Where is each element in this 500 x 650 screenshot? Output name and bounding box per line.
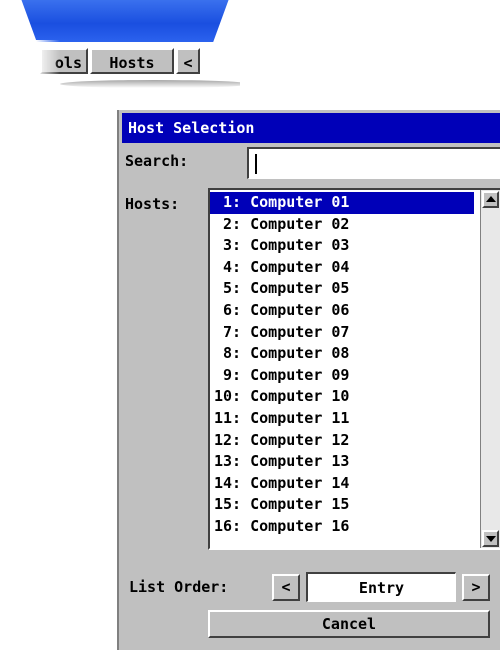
hosts-scrollbar[interactable] xyxy=(480,190,500,548)
scroll-up-button[interactable] xyxy=(482,191,499,208)
top-menu-strip: ols Hosts < xyxy=(0,0,240,92)
search-label: Search: xyxy=(125,152,189,170)
hosts-list-items: 1: Computer 01 2: Computer 02 3: Compute… xyxy=(210,192,474,538)
dialog-title: Host Selection xyxy=(122,113,500,143)
text-caret xyxy=(255,154,257,174)
scroll-down-button[interactable] xyxy=(482,530,499,547)
host-list-item[interactable]: 5: Computer 05 xyxy=(210,278,474,300)
header-swoosh xyxy=(20,0,230,42)
fade-left xyxy=(30,40,60,90)
host-list-item[interactable]: 16: Computer 16 xyxy=(210,516,474,538)
triangle-up-icon xyxy=(486,196,496,202)
host-list-item[interactable]: 7: Computer 07 xyxy=(210,322,474,344)
host-selection-dialog: Host Selection Search: Hosts: 1: Compute… xyxy=(117,110,500,650)
menu-shadow xyxy=(60,80,240,88)
host-list-item[interactable]: 6: Computer 06 xyxy=(210,300,474,322)
host-list-item[interactable]: 14: Computer 14 xyxy=(210,473,474,495)
search-input[interactable] xyxy=(247,147,500,179)
host-list-item[interactable]: 1: Computer 01 xyxy=(210,192,474,214)
host-list-item[interactable]: 4: Computer 04 xyxy=(210,257,474,279)
host-list-item[interactable]: 13: Computer 13 xyxy=(210,451,474,473)
host-list-item[interactable]: 2: Computer 02 xyxy=(210,214,474,236)
hosts-list[interactable]: 1: Computer 01 2: Computer 02 3: Compute… xyxy=(208,188,500,550)
list-order-prev-button[interactable]: < xyxy=(272,574,300,601)
list-order-value: Entry xyxy=(306,572,456,602)
host-list-item[interactable]: 11: Computer 11 xyxy=(210,408,474,430)
tab-hosts[interactable]: Hosts xyxy=(90,48,174,74)
host-list-item[interactable]: 3: Computer 03 xyxy=(210,235,474,257)
list-order-label: List Order: xyxy=(129,578,229,596)
host-list-item[interactable]: 10: Computer 10 xyxy=(210,386,474,408)
host-list-item[interactable]: 15: Computer 15 xyxy=(210,494,474,516)
host-list-item[interactable]: 9: Computer 09 xyxy=(210,365,474,387)
cancel-button[interactable]: Cancel xyxy=(208,610,490,638)
list-order-next-button[interactable]: > xyxy=(462,574,490,601)
hosts-label: Hosts: xyxy=(125,195,180,213)
host-list-item[interactable]: 12: Computer 12 xyxy=(210,430,474,452)
host-list-item[interactable]: 8: Computer 08 xyxy=(210,343,474,365)
tab-scroll-left-button[interactable]: < xyxy=(176,48,200,74)
triangle-down-icon xyxy=(486,536,496,542)
menu-tabs: ols Hosts < xyxy=(40,48,202,76)
